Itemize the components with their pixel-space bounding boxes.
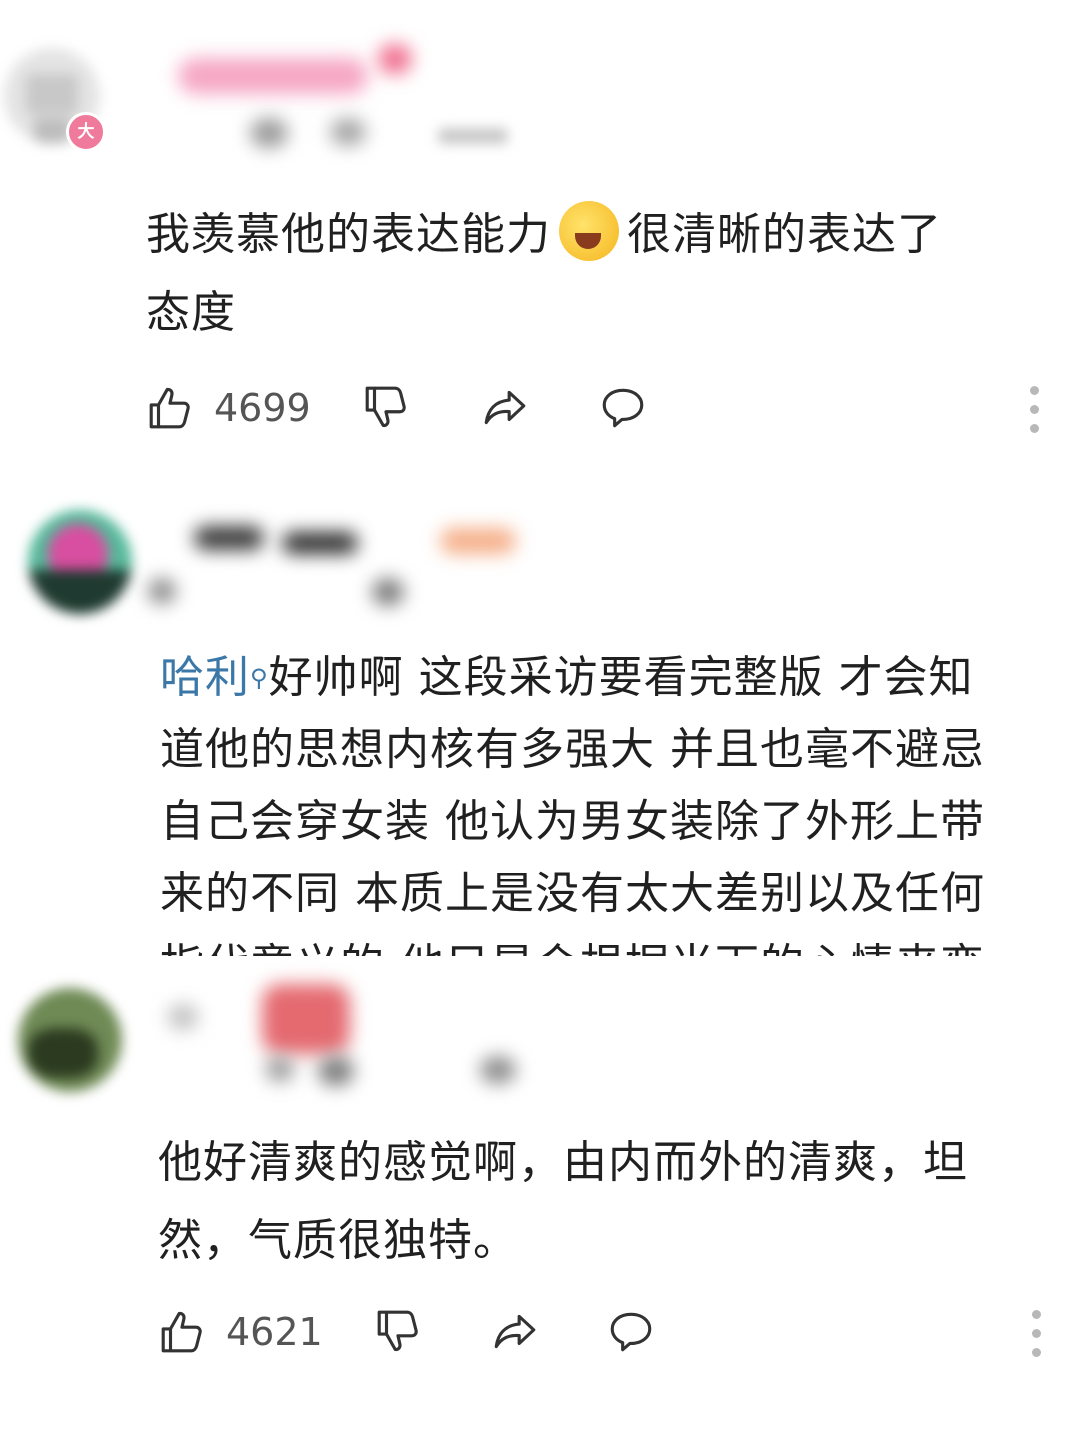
reply-bubble-icon — [602, 388, 644, 428]
comment-meta — [372, 578, 404, 606]
user-level-icon — [440, 528, 516, 554]
comment-text: 我羡慕他的表达能力 很清晰的表达了 态度 — [146, 196, 1046, 352]
comment-text-clip: 哈利⚲好帅啊 这段采访要看完整版 才会知 道他的思想内核有多强大 并且也毫不避忌… — [160, 646, 1060, 956]
like-count: 4621 — [226, 1310, 323, 1354]
more-vertical-icon[interactable] — [1030, 386, 1040, 443]
username[interactable] — [282, 532, 358, 554]
username[interactable] — [178, 58, 368, 94]
comment-meta — [148, 578, 176, 604]
share-button[interactable] — [478, 378, 532, 438]
like-count: 4699 — [214, 386, 311, 430]
thumbs-up-icon — [161, 1311, 202, 1353]
like-button[interactable]: 4621 — [158, 1302, 323, 1362]
share-button[interactable] — [488, 1302, 542, 1362]
dislike-button[interactable] — [362, 378, 412, 438]
comment-actions: 4621 — [158, 1302, 1058, 1362]
comment-meta — [318, 1056, 354, 1086]
comment-text: 他好清爽的感觉啊，由内而外的清爽，坦 然，气质很独特。 — [158, 1137, 968, 1266]
comment-item: 大 我羡慕他的表达能力 很清晰的表达了 态度 4699 — [0, 0, 1080, 470]
comment-actions: 4699 — [146, 378, 1066, 438]
user-level-icon — [168, 1004, 198, 1030]
comment-item: 他好清爽的感觉啊，由内而外的清爽，坦 然，气质很独特。 4621 — [0, 960, 1080, 1441]
comment-meta — [250, 118, 288, 148]
thumbs-down-icon — [377, 1310, 418, 1352]
comment-meta — [438, 128, 508, 144]
search-icon: ⚲ — [250, 664, 269, 692]
thumbs-up-icon — [149, 387, 190, 429]
comment-text: 哈利⚲好帅啊 这段采访要看完整版 才会知 道他的思想内核有多强大 并且也毫不避忌… — [160, 652, 985, 956]
comment-meta — [330, 118, 366, 146]
comment-meta — [266, 1056, 294, 1082]
reply-button[interactable] — [596, 378, 650, 438]
level-badge: 大 — [66, 112, 106, 152]
mention-link[interactable]: 哈利 — [160, 652, 250, 703]
avatar[interactable] — [28, 510, 132, 614]
dislike-button[interactable] — [374, 1302, 424, 1362]
username[interactable] — [262, 984, 350, 1054]
share-arrow-icon — [484, 390, 526, 425]
username[interactable] — [194, 526, 264, 550]
user-level-icon — [378, 44, 412, 74]
laughing-crying-emoji-icon — [559, 201, 619, 261]
reply-bubble-icon — [610, 1312, 652, 1352]
comment-item: 哈利⚲好帅啊 这段采访要看完整版 才会知 道他的思想内核有多强大 并且也毫不避忌… — [0, 470, 1080, 960]
comment-meta — [480, 1056, 516, 1084]
avatar[interactable] — [18, 988, 122, 1092]
share-arrow-icon — [494, 1314, 536, 1349]
more-vertical-icon[interactable] — [1032, 1310, 1042, 1367]
reply-button[interactable] — [604, 1302, 658, 1362]
like-button[interactable]: 4699 — [146, 378, 311, 438]
thumbs-down-icon — [365, 386, 406, 428]
